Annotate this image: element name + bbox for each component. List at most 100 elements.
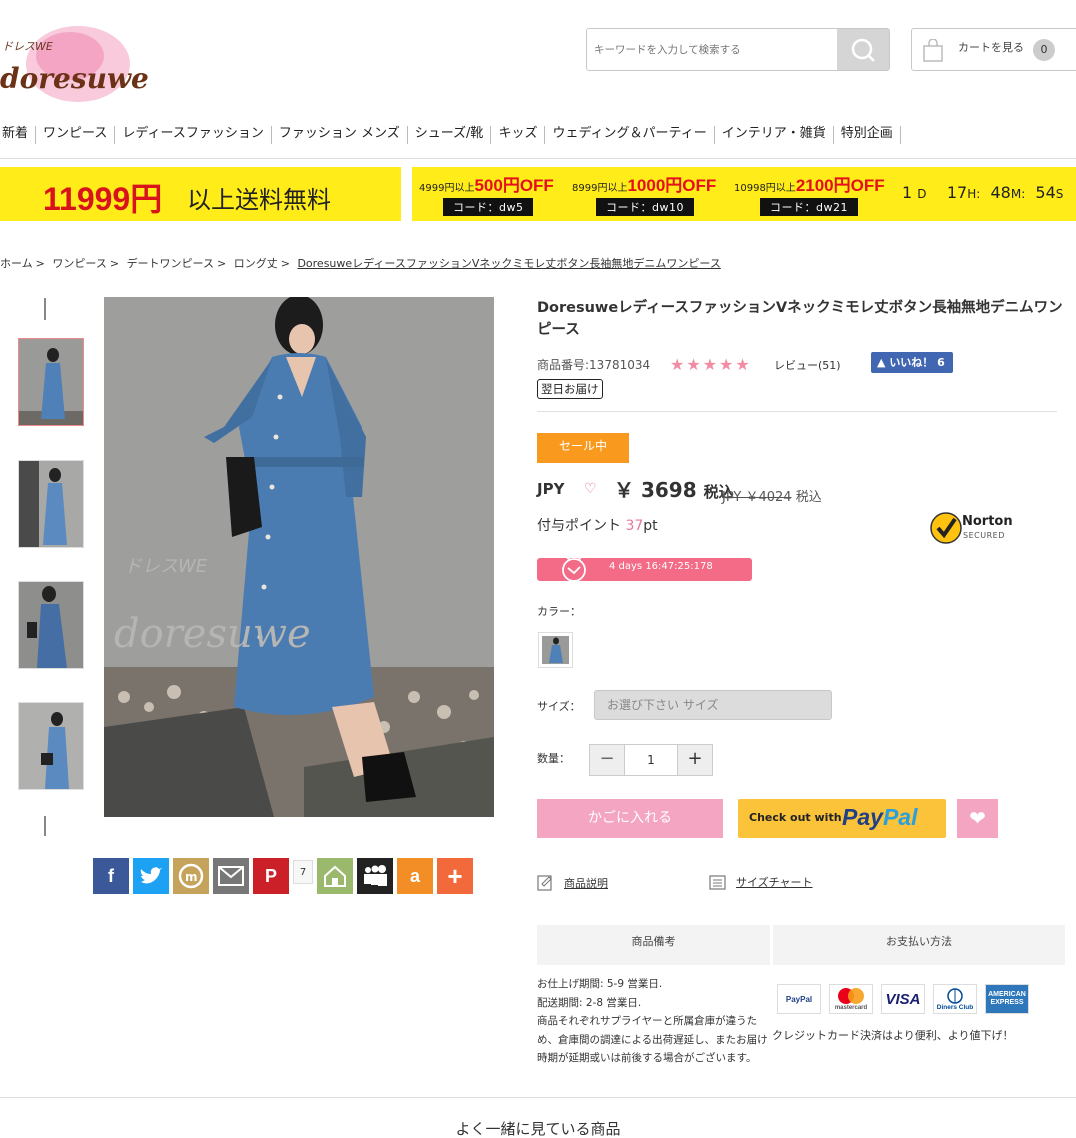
amazon-share-icon[interactable]: a bbox=[397, 858, 433, 894]
free-shipping-text: 以上送料無料 bbox=[187, 186, 331, 214]
norton-check-icon bbox=[930, 512, 962, 544]
thumbnail-3[interactable] bbox=[18, 581, 84, 669]
search-box bbox=[586, 28, 890, 71]
edit-document-icon bbox=[537, 875, 552, 891]
coupon-code: コード：dw5 bbox=[443, 198, 534, 216]
norton-sub: SECURED bbox=[963, 531, 1005, 540]
svg-text:doresuwe: doresuwe bbox=[114, 611, 311, 657]
wishlist-button[interactable]: ❤ bbox=[957, 799, 998, 838]
price-value: ￥ 3698 bbox=[614, 478, 697, 502]
countdown-hours: 17 bbox=[946, 183, 968, 202]
main-nav: 新着 ワンピース レディースファッション ファッション メンズ シューズ/靴 キ… bbox=[0, 126, 901, 144]
breadcrumb-date-dresses[interactable]: デートワンピース bbox=[127, 257, 214, 270]
sale-badge: セール中 bbox=[537, 433, 629, 463]
reward-points: 付与ポイント 37pt bbox=[537, 515, 658, 535]
sale-price: ￥ 3698 税込 bbox=[614, 474, 734, 503]
nav-item-mens[interactable]: ファッション メンズ bbox=[272, 126, 408, 144]
next-day-delivery-tag: 翌日お届け bbox=[537, 379, 603, 399]
quantity-increase-button[interactable]: + bbox=[678, 745, 712, 775]
email-share-icon[interactable] bbox=[213, 858, 249, 894]
quantity-decrease-button[interactable]: − bbox=[590, 745, 624, 775]
mixi-share-icon[interactable]: m bbox=[173, 858, 209, 894]
nav-item-interior[interactable]: インテリア・雑貨 bbox=[715, 126, 834, 144]
breadcrumb-current[interactable]: DoresuweレディースファッションVネックミモレ丈ボタン長袖無地デニムワンピ… bbox=[297, 257, 720, 270]
add-to-cart-button[interactable]: かごに入れる bbox=[537, 799, 723, 838]
main-product-image[interactable]: ドレスWE doresuwe bbox=[104, 297, 494, 817]
paypal-prefix: Check out with bbox=[749, 811, 842, 824]
points-value: 37 bbox=[625, 518, 644, 534]
countdown-days: 1 bbox=[902, 183, 913, 202]
sale-timer-text: 4 days 16:47:25:178 bbox=[609, 561, 713, 572]
tab-payment-methods[interactable]: お支払い方法 bbox=[773, 925, 1065, 965]
search-icon bbox=[851, 38, 875, 62]
amex-logo: AMERICAN EXPRESS bbox=[985, 984, 1029, 1014]
color-swatch-denim[interactable] bbox=[538, 632, 573, 668]
home-share-icon[interactable] bbox=[317, 858, 353, 894]
currency-dropdown-icon[interactable]: ♡ bbox=[584, 481, 597, 497]
nav-divider bbox=[0, 158, 1076, 159]
nav-item-dresses[interactable]: ワンピース bbox=[36, 126, 116, 144]
thumb-scroll-up-arrow[interactable] bbox=[44, 298, 46, 320]
logo-text: doresuwe bbox=[0, 62, 149, 95]
coupon-threshold: 10998円以上 bbox=[734, 183, 796, 194]
nav-item-wedding[interactable]: ウェディング＆パーティー bbox=[545, 126, 715, 144]
coupon-banner[interactable]: 4999円以上500円OFF コード：dw5 8999円以上1000円OFF コ… bbox=[412, 167, 1076, 221]
facebook-like-button[interactable]: ▲ いいね！ 6 bbox=[871, 352, 953, 373]
countdown-h-unit: H: bbox=[967, 187, 981, 201]
paypal-pal: Pal bbox=[882, 804, 918, 830]
free-shipping-amount: 11999円 bbox=[43, 181, 163, 217]
facebook-share-icon[interactable]: f bbox=[93, 858, 129, 894]
norton-label: Norton bbox=[962, 514, 1013, 529]
paypal-checkout-button[interactable]: Check out with PayPal bbox=[738, 799, 946, 838]
breadcrumb: ホーム > ワンピース > デートワンピース > ロング丈 > Doresuweレディー… bbox=[0, 257, 721, 270]
logo-kana: ドレスWE bbox=[2, 40, 53, 53]
nav-item-shoes[interactable]: シューズ/靴 bbox=[408, 126, 492, 144]
countdown-seconds: 54 bbox=[1035, 183, 1056, 202]
twitter-share-icon[interactable] bbox=[133, 858, 169, 894]
thumbnail-2[interactable] bbox=[18, 460, 84, 548]
breadcrumb-dresses[interactable]: ワンピース bbox=[52, 257, 106, 270]
breadcrumb-home[interactable]: ホーム bbox=[0, 257, 33, 270]
coupon-code: コード：dw21 bbox=[760, 198, 858, 216]
coupon-2: 8999円以上1000円OFF コード：dw10 bbox=[572, 171, 732, 219]
nav-item-new[interactable]: 新着 bbox=[0, 126, 37, 144]
coupon-discount: 1000円OFF bbox=[627, 176, 717, 195]
thumbnail-1[interactable] bbox=[18, 338, 84, 426]
search-button[interactable] bbox=[837, 29, 889, 70]
points-unit: pt bbox=[643, 518, 658, 534]
free-shipping-banner[interactable]: 11999円 以上送料無料 bbox=[0, 167, 401, 221]
countdown-m-unit: M: bbox=[1010, 187, 1026, 201]
nav-item-kids[interactable]: キッズ bbox=[491, 126, 546, 144]
site-logo[interactable]: ドレスWE doresuwe bbox=[0, 12, 149, 107]
coupon-discount: 500円OFF bbox=[474, 176, 554, 195]
credit-card-note: クレジットカード決済はより便利、より値下げ！ bbox=[772, 1029, 1014, 1042]
tab-product-notes[interactable]: 商品備考 bbox=[537, 925, 770, 965]
search-input[interactable] bbox=[587, 29, 837, 70]
paypal-card-logo: PayPal bbox=[777, 984, 821, 1014]
coupon-threshold: 4999円以上 bbox=[419, 183, 475, 194]
payment-card-logos: PayPal mastercard VISA Diners Club AMERI… bbox=[777, 984, 1029, 1014]
size-select[interactable]: お選び下さい サイズ bbox=[594, 690, 832, 720]
visa-logo: VISA bbox=[881, 984, 925, 1014]
thumb-scroll-down-arrow[interactable] bbox=[44, 816, 46, 836]
coupon-1: 4999円以上500円OFF コード：dw5 bbox=[419, 171, 579, 219]
review-link[interactable]: レビュー(51) bbox=[774, 357, 841, 373]
breadcrumb-long[interactable]: ロング丈 bbox=[234, 257, 278, 270]
quantity-input[interactable]: 1 bbox=[624, 745, 678, 775]
quantity-stepper: − 1 + bbox=[589, 744, 713, 776]
myspace-share-icon[interactable] bbox=[357, 858, 393, 894]
product-description-link[interactable]: 商品説明 bbox=[537, 874, 608, 891]
old-price-value: JPY ￥4024 bbox=[722, 490, 792, 505]
cart-count-badge: 0 bbox=[1033, 39, 1055, 61]
nav-item-special[interactable]: 特別企画 bbox=[834, 126, 901, 144]
mastercard-logo: mastercard bbox=[829, 984, 873, 1014]
notes-shipping-time: 配送期間: 2-8 営業日. bbox=[537, 996, 642, 1009]
pinterest-share-icon[interactable]: P bbox=[253, 858, 289, 894]
paypal-pay: Pay bbox=[842, 804, 883, 830]
cart-button[interactable]: カートを見る 0 bbox=[911, 28, 1076, 71]
notes-warehouse-info: 商品それぞれサプライヤーと所属倉庫が違うため、倉庫間の調達による出荷遅延し、また… bbox=[537, 1015, 768, 1065]
nav-item-ladies[interactable]: レディースファッション bbox=[115, 126, 272, 144]
more-share-icon[interactable]: + bbox=[437, 858, 473, 894]
thumbnail-4[interactable] bbox=[18, 702, 84, 790]
size-chart-link[interactable]: サイズチャート bbox=[709, 874, 813, 890]
